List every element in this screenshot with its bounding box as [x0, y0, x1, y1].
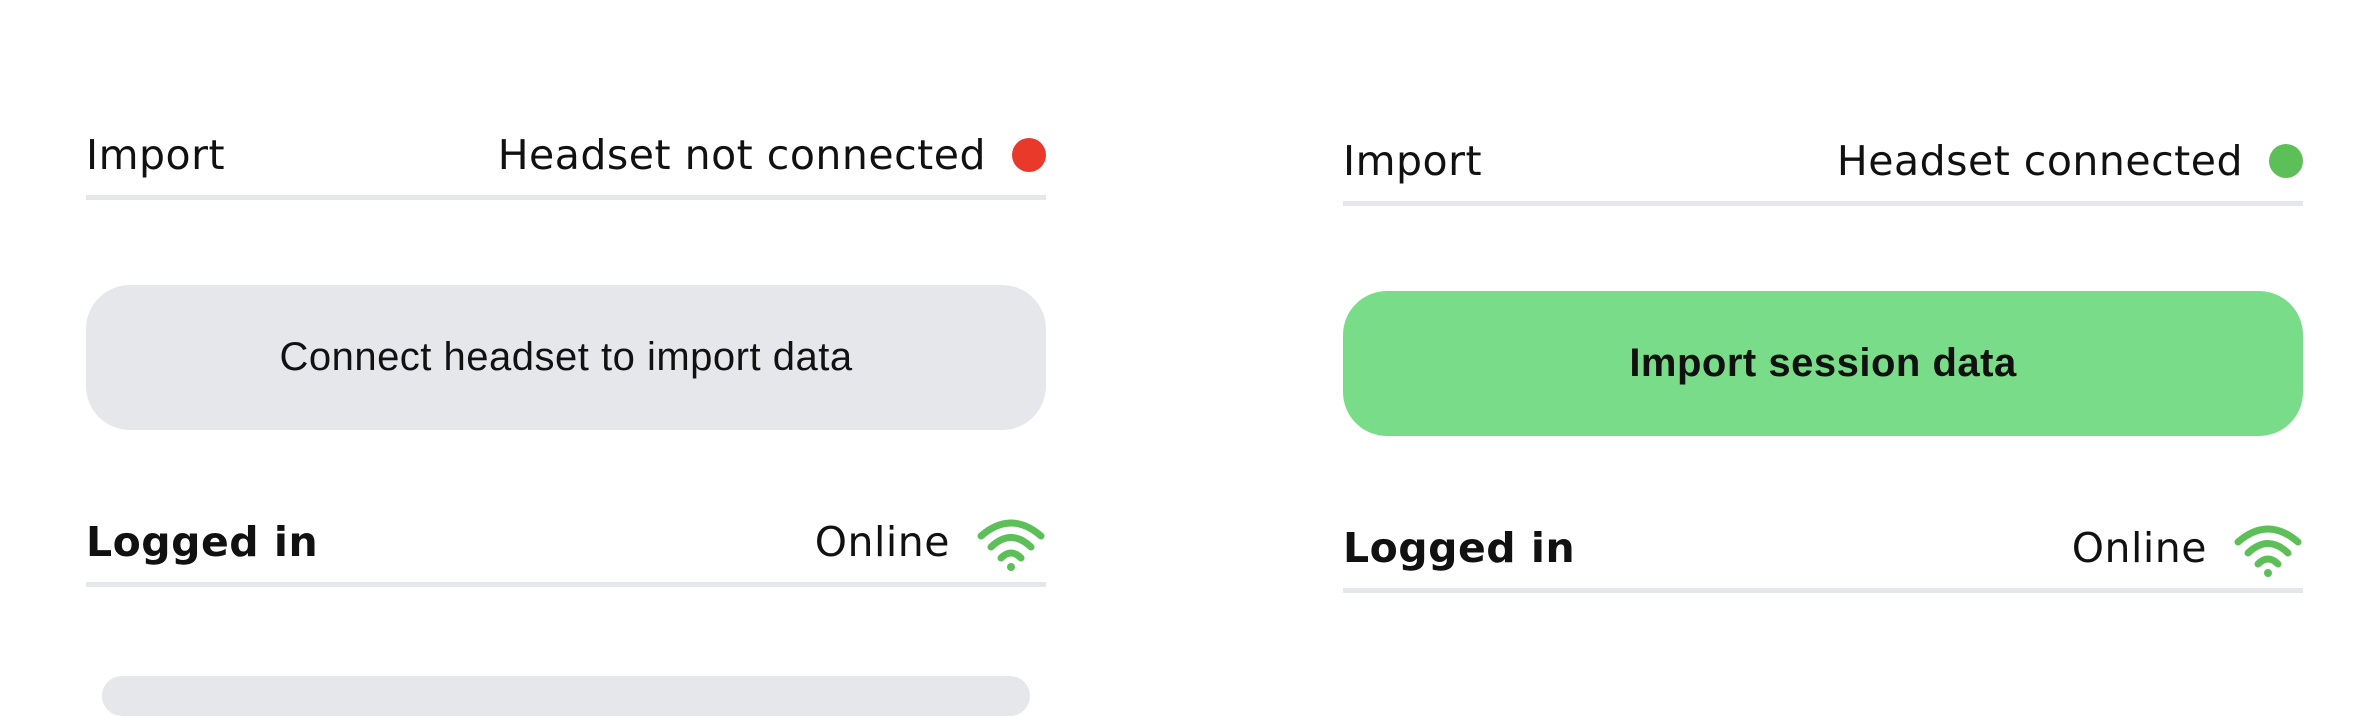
network-status: Online	[2072, 518, 2303, 578]
online-status-text: Online	[814, 518, 950, 566]
login-status-row: Logged in Online	[86, 502, 1046, 587]
wifi-icon	[2234, 525, 2302, 577]
partial-card	[102, 676, 1030, 716]
import-session-button[interactable]: Import session data	[1343, 291, 2303, 436]
login-status-row: Logged in Online	[1343, 508, 2303, 593]
headset-status-text: Headset not connected	[497, 131, 986, 179]
import-header-row: Import Headset not connected	[86, 115, 1046, 200]
import-label: Import	[1343, 137, 1483, 185]
connect-headset-button-label: Connect headset to import data	[279, 335, 853, 379]
import-panel-disconnected: Import Headset not connected Connect hea…	[86, 0, 1046, 716]
headset-status: Headset not connected	[498, 131, 1046, 179]
status-dot-icon	[2269, 144, 2303, 178]
import-label: Import	[86, 131, 226, 179]
network-status: Online	[815, 512, 1046, 572]
import-header-row: Import Headset connected	[1343, 121, 2303, 206]
import-session-button-label: Import session data	[1629, 341, 2017, 385]
headset-status-text: Headset connected	[1836, 137, 2243, 185]
logged-in-label: Logged in	[1343, 524, 1576, 572]
import-panel-connected: Import Headset connected Import session …	[1343, 6, 2303, 688]
logged-in-label: Logged in	[86, 518, 319, 566]
online-status-text: Online	[2071, 524, 2207, 572]
status-dot-icon	[1012, 138, 1046, 172]
wifi-icon	[977, 519, 1045, 571]
connect-headset-button[interactable]: Connect headset to import data	[86, 285, 1046, 430]
headset-status: Headset connected	[1837, 137, 2303, 185]
